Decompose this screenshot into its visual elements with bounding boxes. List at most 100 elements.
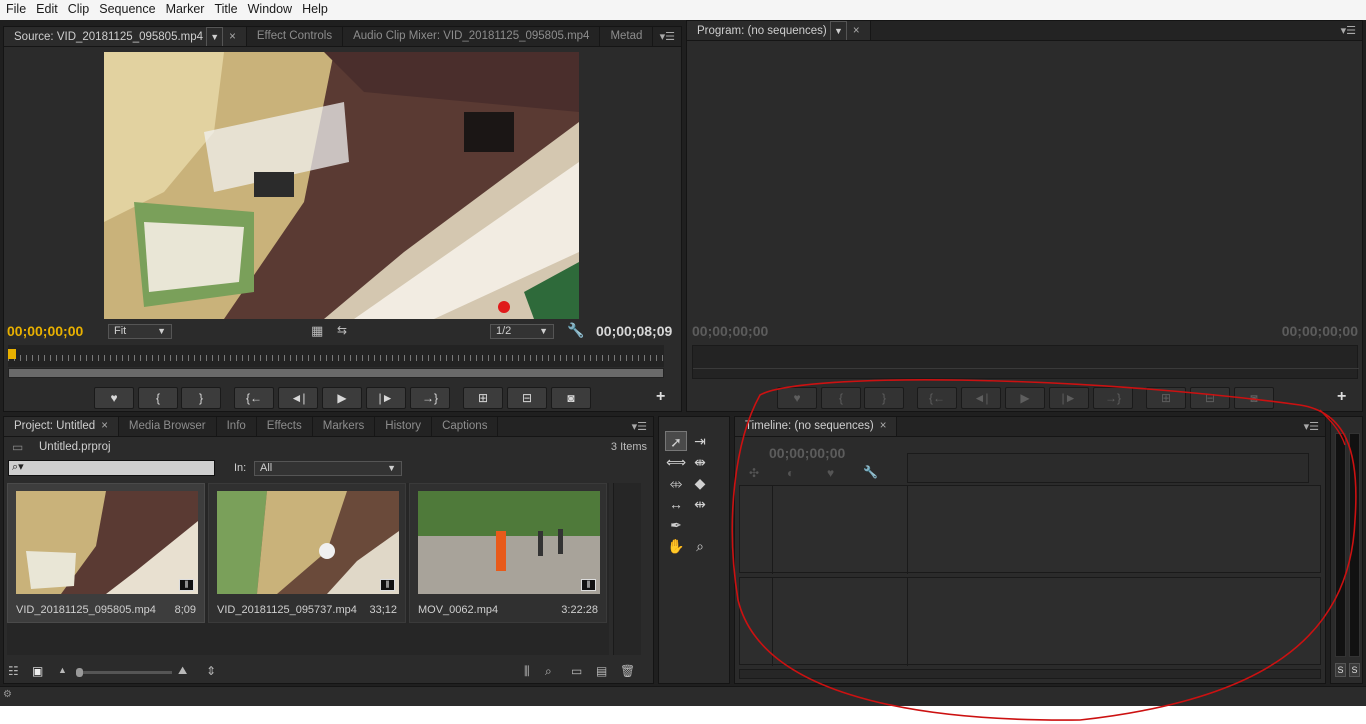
panel-menu-icon[interactable]: ▾☰	[632, 420, 647, 433]
list-item[interactable]: ⫼ MOV_0062.mp4 3:22:28	[409, 483, 607, 623]
audio-drag-icon[interactable]: ⇆	[337, 323, 347, 337]
sort-icons-icon[interactable]: ⇕	[206, 664, 216, 678]
go-to-out-button[interactable]: →}	[1093, 387, 1133, 409]
ripple-edit-tool-icon[interactable]: ⟺	[665, 452, 687, 472]
zoom-dropdown[interactable]: Fit ▼	[108, 324, 172, 339]
add-marker-button[interactable]: ♥	[94, 387, 134, 409]
menu-title[interactable]: Title	[208, 0, 241, 16]
menu-edit[interactable]: Edit	[30, 0, 62, 16]
play-button[interactable]: ▶	[322, 387, 362, 409]
menu-marker[interactable]: Marker	[160, 0, 209, 16]
track-select-tool-icon[interactable]: ⇥	[689, 431, 711, 451]
timeline-ruler[interactable]	[907, 453, 1309, 483]
zoom-in-icon[interactable]: ⛰	[178, 665, 187, 678]
tab-history[interactable]: History	[375, 417, 433, 436]
resolution-dropdown[interactable]: 1/2 ▼	[490, 324, 554, 339]
source-video-frame[interactable]	[104, 52, 579, 319]
add-marker-button[interactable]: ♥	[777, 387, 817, 409]
go-to-out-button[interactable]: →}	[410, 387, 450, 409]
tab-program[interactable]: Program: (no sequences) ▼ ×	[687, 21, 871, 40]
tab-audio-clip-mixer[interactable]: Audio Clip Mixer: VID_20181125_095805.mp…	[343, 27, 601, 46]
go-to-in-button[interactable]: {←	[234, 387, 274, 409]
export-frame-button[interactable]: ◙	[1234, 387, 1274, 409]
step-forward-button[interactable]: |►	[1049, 387, 1089, 409]
linked-selection-icon[interactable]: ◐	[787, 466, 794, 480]
lift-button[interactable]: ⊞	[1146, 387, 1186, 409]
automate-to-sequence-icon[interactable]: ⫼	[524, 664, 530, 679]
slip-tool-icon[interactable]: ↔	[665, 494, 687, 514]
trash-icon[interactable]: 🗑	[620, 664, 635, 678]
rolling-edit-tool-icon[interactable]: ⇼	[689, 452, 711, 472]
list-view-icon[interactable]: ☷	[8, 664, 19, 678]
mark-out-button[interactable]: }	[864, 387, 904, 409]
playhead-marker[interactable]	[8, 349, 16, 359]
panel-menu-icon[interactable]: ▾☰	[1341, 24, 1356, 37]
menu-sequence[interactable]: Sequence	[93, 0, 159, 16]
tab-effect-controls[interactable]: Effect Controls	[247, 27, 344, 46]
tab-effects[interactable]: Effects	[257, 417, 313, 436]
audio-track-area[interactable]	[739, 577, 1321, 666]
solo-right-button[interactable]: S	[1349, 663, 1360, 677]
menu-clip[interactable]: Clip	[62, 0, 94, 16]
export-frame-button[interactable]: ◙	[551, 387, 591, 409]
tab-project[interactable]: Project: Untitled ×	[4, 417, 119, 436]
timeline-timecode[interactable]: 00;00;00;00	[769, 445, 845, 461]
source-zoom-scrollbar[interactable]	[8, 368, 664, 378]
list-item[interactable]: ⫼ VID_20181125_095737.mp4 33;12	[208, 483, 406, 623]
panel-menu-icon[interactable]: ▾☰	[1304, 420, 1319, 433]
source-dropdown-icon[interactable]: ▼	[206, 27, 224, 46]
button-editor-add-icon[interactable]: +	[656, 388, 665, 406]
close-icon[interactable]: ×	[101, 420, 108, 432]
tab-source[interactable]: Source: VID_20181125_095805.mp4 ▼ ×	[4, 27, 247, 46]
program-video-area[interactable]	[689, 43, 1360, 319]
thumbnail-zoom-slider[interactable]	[76, 668, 172, 677]
timeline-settings-icon[interactable]: 🔧	[863, 465, 878, 479]
mark-out-button[interactable]: }	[181, 387, 221, 409]
wrench-icon[interactable]: 🔧	[567, 322, 584, 339]
source-time-ruler[interactable]	[8, 345, 664, 367]
zoom-out-icon[interactable]: ▲	[58, 665, 67, 675]
go-to-in-button[interactable]: {←	[917, 387, 957, 409]
menu-file[interactable]: File	[0, 0, 30, 16]
tab-markers[interactable]: Markers	[313, 417, 376, 436]
timeline-horizontal-scrollbar[interactable]	[739, 669, 1321, 679]
program-dropdown-icon[interactable]: ▼	[829, 21, 847, 40]
step-back-button[interactable]: ◄|	[278, 387, 318, 409]
extract-button[interactable]: ⊟	[1190, 387, 1230, 409]
tab-captions[interactable]: Captions	[432, 417, 499, 436]
program-time-ruler[interactable]	[692, 345, 1359, 379]
rate-stretch-tool-icon[interactable]: ⤄	[665, 473, 687, 493]
tab-media-browser[interactable]: Media Browser	[119, 417, 217, 436]
pen-tool-icon[interactable]: ✒	[665, 515, 687, 535]
list-item[interactable]: ⫼ VID_20181125_095805.mp4 8;09	[7, 483, 205, 623]
program-timecode-in[interactable]: 00;00;00;00	[692, 323, 768, 339]
in-filter-dropdown[interactable]: All ▼	[254, 461, 402, 476]
mark-in-button[interactable]: {	[821, 387, 861, 409]
play-button[interactable]: ▶	[1005, 387, 1045, 409]
tab-timeline[interactable]: Timeline: (no sequences) ×	[735, 417, 898, 436]
razor-tool-icon[interactable]: ◆	[689, 473, 711, 493]
close-icon[interactable]: ×	[229, 31, 236, 43]
tab-info[interactable]: Info	[217, 417, 257, 436]
find-icon[interactable]: ⌕	[545, 664, 552, 679]
close-icon[interactable]: ×	[853, 25, 860, 37]
slide-tool-icon[interactable]: ⇹	[689, 494, 711, 514]
step-back-button[interactable]: ◄|	[961, 387, 1001, 409]
hand-tool-icon[interactable]: ✋	[665, 536, 687, 556]
project-scrollbar[interactable]	[613, 483, 641, 655]
panel-menu-icon[interactable]: ▾☰	[660, 30, 675, 43]
project-search-input[interactable]: ⌕▾	[8, 460, 215, 476]
menu-window[interactable]: Window	[242, 0, 296, 16]
insert-button[interactable]: ⊞	[463, 387, 503, 409]
zoom-tool-icon[interactable]: ⌕	[689, 536, 711, 556]
add-marker-icon[interactable]: ♥	[827, 466, 834, 480]
snap-icon[interactable]: ✣	[749, 466, 759, 480]
step-forward-button[interactable]: |►	[366, 387, 406, 409]
new-bin-icon[interactable]: ▭	[571, 664, 582, 678]
menu-help[interactable]: Help	[296, 0, 332, 16]
close-icon[interactable]: ×	[880, 420, 887, 432]
overwrite-button[interactable]: ⊟	[507, 387, 547, 409]
video-track-area[interactable]	[739, 485, 1321, 574]
search-icon[interactable]: ⌕▾	[12, 460, 24, 474]
button-editor-add-icon[interactable]: +	[1337, 388, 1346, 406]
